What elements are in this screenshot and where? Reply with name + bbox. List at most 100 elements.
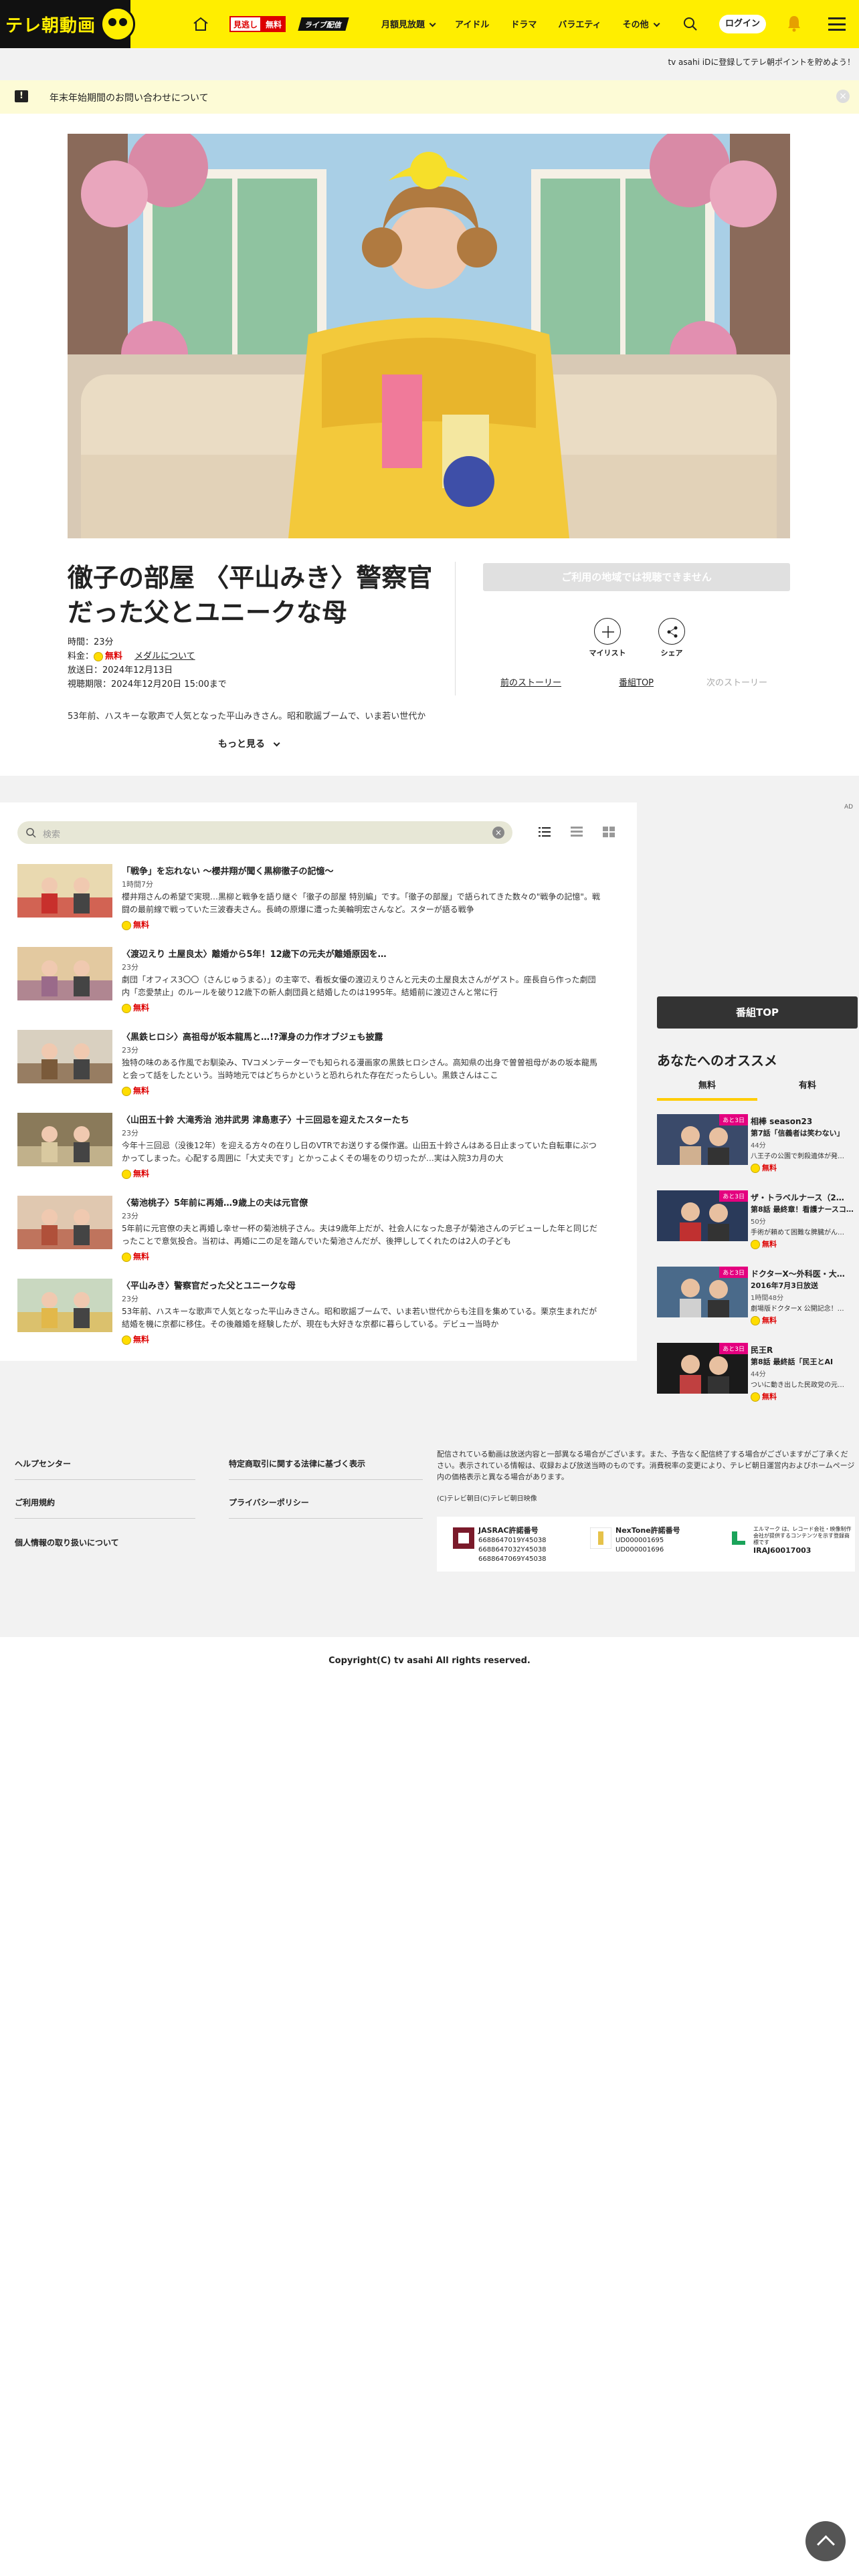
footer-divider [229,1518,423,1519]
program-description: 53年前、ハスキーな歌声で人気となった平山みきさん。昭和歌謡ブームで、いま若い世… [68,712,426,722]
episode-thumbnail[interactable] [17,1030,112,1083]
recommend-title[interactable]: ドクターX～外科医・大… [751,1268,858,1279]
recommend-tabs: 無料 有料 [657,1078,858,1102]
close-icon[interactable]: × [836,90,850,103]
coin-icon [751,1240,760,1249]
sidebar-program-top-button[interactable]: 番組TOP [657,996,858,1029]
jasrac-license: JASRAC許諾番号 6688647019Y45038 6688647032Y4… [453,1526,547,1564]
recommend-item[interactable]: あと3日 ドクターX～外科医・大… 2016年7月3日放送 1時間48分 劇場版ドクター… [657,1267,858,1333]
detail-view-icon[interactable] [571,827,583,837]
program-top-link[interactable]: 番組TOP [619,675,654,688]
mylist-button[interactable]: マイリスト [587,618,628,658]
copyright-area: Copyright(C) tv asahi All rights reserve… [0,1637,859,2576]
lmark-logo-icon [728,1527,749,1549]
episode-free-badge: 無料 [122,1251,149,1262]
episode-title[interactable]: 〈渡辺えり 土屋良太〉離婚から5年！12歳下の元夫が離婚原因を… [122,947,617,960]
nextone-license: NexTone許諾番号 UD000001695 UD000001696 [590,1526,680,1555]
episode-title[interactable]: 「戦争」を忘れない ～櫻井翔が聞く黒柳徹子の記憶～ [122,864,617,877]
prev-story-link[interactable]: 前のストーリー [500,675,561,688]
recommend-title[interactable]: 相棒 season23 [751,1115,858,1127]
share-button[interactable]: シェア [652,618,692,658]
show-more-button[interactable]: もっと見る [218,737,280,750]
remaining-days-badge: あと3日 [719,1343,748,1354]
nav-idol[interactable]: アイドル [455,17,489,30]
footer-privacy-policy-link[interactable]: プライバシーポリシー [229,1497,309,1508]
nav-variety[interactable]: バラエティ [558,17,601,30]
nav-drama[interactable]: ドラマ [510,17,537,30]
menu-icon[interactable] [828,17,846,31]
recommend-item[interactable]: あと3日 ザ・トラベルナース（2… 第8話 最終章！看護ナースコ… 50分 手術が頼めて… [657,1190,858,1257]
clear-icon[interactable]: × [492,827,504,839]
plus-icon [594,618,621,645]
notice-bar[interactable]: ! 年末年始期間のお問い合わせについて × [0,80,859,114]
episode-description: 5年前に元官僚の夫と再婚し幸せ一杯の菊池桃子さん。夫は9歳年上だが、社会人になっ… [122,1224,598,1246]
recommend-subtitle: 第8話 最終章！看護ナースコ… [751,1205,854,1214]
live-badge[interactable]: ライブ配信 [298,17,349,31]
episode-free-badge: 無料 [122,1085,149,1096]
grid-view-icon[interactable] [603,827,615,837]
next-story-link: 次のストーリー [706,678,768,688]
list-view-icon[interactable] [539,827,551,837]
episode-thumbnail[interactable] [17,1279,112,1332]
episode-item[interactable]: 〈菊池桃子〉5年前に再婚…9歳上の夫は元官僚 23分 5年前に元官僚の夫と再婚し幸せ… [17,1196,619,1269]
episode-free-badge: 無料 [122,1333,149,1345]
recommend-title[interactable]: ザ・トラベルナース（2… [751,1192,858,1203]
medal-link[interactable]: メダルについて [134,651,195,661]
episode-title[interactable]: 〈平山みき〉警察官だった父とユニークな母 [122,1279,617,1291]
episode-item[interactable]: 「戦争」を忘れない ～櫻井翔が聞く黒柳徹子の記憶～ 1時間7分 櫻井翔さんの希望で実… [17,864,619,938]
footer-divider [15,1479,195,1480]
episode-title[interactable]: 〈黒鉄ヒロシ〉高祖母が坂本龍馬と…!?渾身の力作オブジェも披露 [122,1030,617,1043]
home-icon[interactable] [192,16,209,32]
remaining-days-badge: あと3日 [719,1190,748,1202]
promo-text[interactable]: tv asahi iDに登録してテレ朝ポイントを貯めよう！ [668,56,855,68]
bell-icon[interactable] [787,15,801,32]
episode-search-input[interactable]: 検索 × [17,821,512,844]
login-button[interactable]: ログイン [719,15,766,33]
recommend-title[interactable]: 民王R [751,1344,858,1356]
episode-item[interactable]: 〈渡辺えり 土屋良太〉離婚から5年！12歳下の元夫が離婚原因を… 23分 劇団「オフ… [17,947,619,1021]
coin-icon [751,1392,760,1402]
program-hero-image [68,134,790,538]
back-to-top-button[interactable] [805,2521,846,2561]
recommend-thumbnail[interactable]: あと3日 [657,1343,748,1394]
episode-thumbnail[interactable] [17,864,112,918]
episode-thumbnail[interactable] [17,1113,112,1166]
nextone-logo-icon [590,1527,611,1549]
episode-item[interactable]: 〈黒鉄ヒロシ〉高祖母が坂本龍馬と…!?渾身の力作オブジェも披露 23分 独特の味のあ… [17,1030,619,1103]
hero-illustration [68,134,790,538]
recommend-free-badge: 無料 [751,1391,777,1402]
recommend-thumbnail[interactable]: あと3日 [657,1190,748,1241]
notice-icon: ! [15,90,28,102]
coin-icon [751,1164,760,1173]
recommend-free-badge: 無料 [751,1162,777,1173]
episode-free-badge: 無料 [122,1168,149,1179]
chevron-down-icon [429,20,436,27]
recommend-item[interactable]: あと3日 相棒 season23 第7話「信義者は笑わない」 44分 八王子の公園で刺殺… [657,1114,858,1181]
episode-item[interactable]: 〈山田五十鈴 大滝秀治 池井武男 津島恵子〉十三回忌を迎えたスターたち 23分 今年… [17,1113,619,1186]
footer-terms-link[interactable]: ご利用規約 [15,1497,55,1508]
episode-title[interactable]: 〈山田五十鈴 大滝秀治 池井武男 津島恵子〉十三回忌を迎えたスターたち [122,1113,617,1125]
recommend-item[interactable]: あと3日 民王R 第8話 最終話「民王とAI 44分 ついに動き出した民政党の元… 無料 [657,1343,858,1410]
footer-commerce-law-link[interactable]: 特定商取引に関する法律に基づく表示 [229,1458,365,1469]
recommend-thumbnail[interactable]: あと3日 [657,1114,748,1165]
mitoshi-free-badge[interactable]: 見逃し 無料 [229,16,286,32]
search-icon[interactable] [682,16,698,32]
tab-free[interactable]: 無料 [657,1078,757,1091]
episode-title[interactable]: 〈菊池桃子〉5年前に再婚…9歳上の夫は元官僚 [122,1196,617,1208]
nav-other[interactable]: その他 [623,17,660,30]
tab-paid[interactable]: 有料 [757,1078,858,1091]
lmark-license: エルマーク は、レコード会社・映像制作 会社が提供するコンテンツを示す登録商 標… [728,1526,854,1556]
ad-label: AD [844,804,854,811]
episode-item[interactable]: 〈平山みき〉警察官だった父とユニークな母 23分 53年前、ハスキーな歌声で人気とな… [17,1279,619,1352]
recommend-thumbnail[interactable]: あと3日 [657,1267,748,1317]
footer-privacy-handling-link[interactable]: 個人情報の取り扱いについて [15,1537,119,1548]
jasrac-logo-icon [453,1527,474,1549]
recommend-heading: あなたへのオススメ [657,1053,777,1069]
footer-help-link[interactable]: ヘルプセンター [15,1458,71,1469]
program-fee: 無料 [105,651,123,661]
episode-thumbnail[interactable] [17,947,112,1000]
nav-monthly[interactable]: 月額見放題 [381,17,436,30]
notice-text[interactable]: 年末年始期間のお問い合わせについて [50,91,209,104]
site-logo[interactable]: テレ朝動画 [0,0,167,48]
episode-thumbnail[interactable] [17,1196,112,1249]
